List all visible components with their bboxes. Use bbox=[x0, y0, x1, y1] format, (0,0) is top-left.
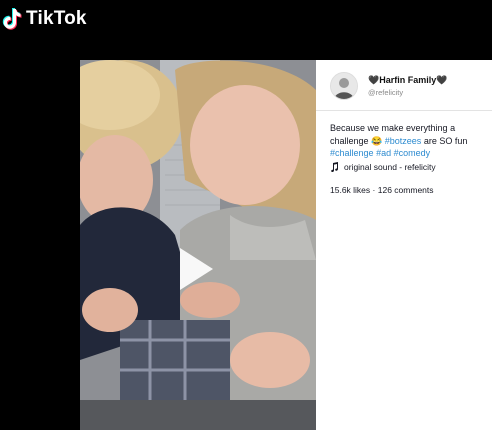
hashtag-comedy[interactable]: #comedy bbox=[394, 148, 431, 158]
post-caption: Because we make everything a challenge 😂… bbox=[330, 122, 490, 160]
hashtag-challenge[interactable]: #challenge bbox=[330, 148, 374, 158]
stats-separator: · bbox=[372, 185, 376, 195]
hashtag-botzees[interactable]: #botzees bbox=[385, 136, 422, 146]
caption-text-2: are SO fun bbox=[423, 135, 468, 146]
likes-count: 15.6k likes bbox=[330, 185, 371, 195]
tiktok-logo[interactable]: TikTok bbox=[2, 6, 87, 32]
post-details-panel: 🖤Harfin Family🖤 @refelicity Because we m… bbox=[316, 60, 492, 430]
play-icon[interactable] bbox=[176, 245, 216, 293]
hashtag-ad[interactable]: #ad bbox=[376, 148, 391, 158]
divider bbox=[316, 110, 492, 111]
sound-name: original sound - refelicity bbox=[344, 162, 436, 172]
comments-count[interactable]: 126 comments bbox=[378, 185, 434, 195]
music-note-icon bbox=[331, 162, 338, 172]
caption-emoji: 😂 bbox=[371, 135, 383, 146]
post-stats: 15.6k likes · 126 comments bbox=[330, 185, 434, 195]
avatar-image bbox=[331, 73, 357, 99]
sound-link[interactable]: original sound - refelicity bbox=[330, 162, 436, 172]
top-bar: TikTok bbox=[0, 0, 492, 40]
username[interactable]: 🖤Harfin Family🖤 bbox=[368, 75, 447, 86]
tiktok-note-icon bbox=[2, 8, 22, 30]
video-player[interactable] bbox=[80, 60, 316, 430]
logo-wordmark: TikTok bbox=[26, 8, 87, 29]
avatar[interactable] bbox=[330, 72, 358, 100]
user-handle[interactable]: @refelicity bbox=[368, 88, 403, 97]
